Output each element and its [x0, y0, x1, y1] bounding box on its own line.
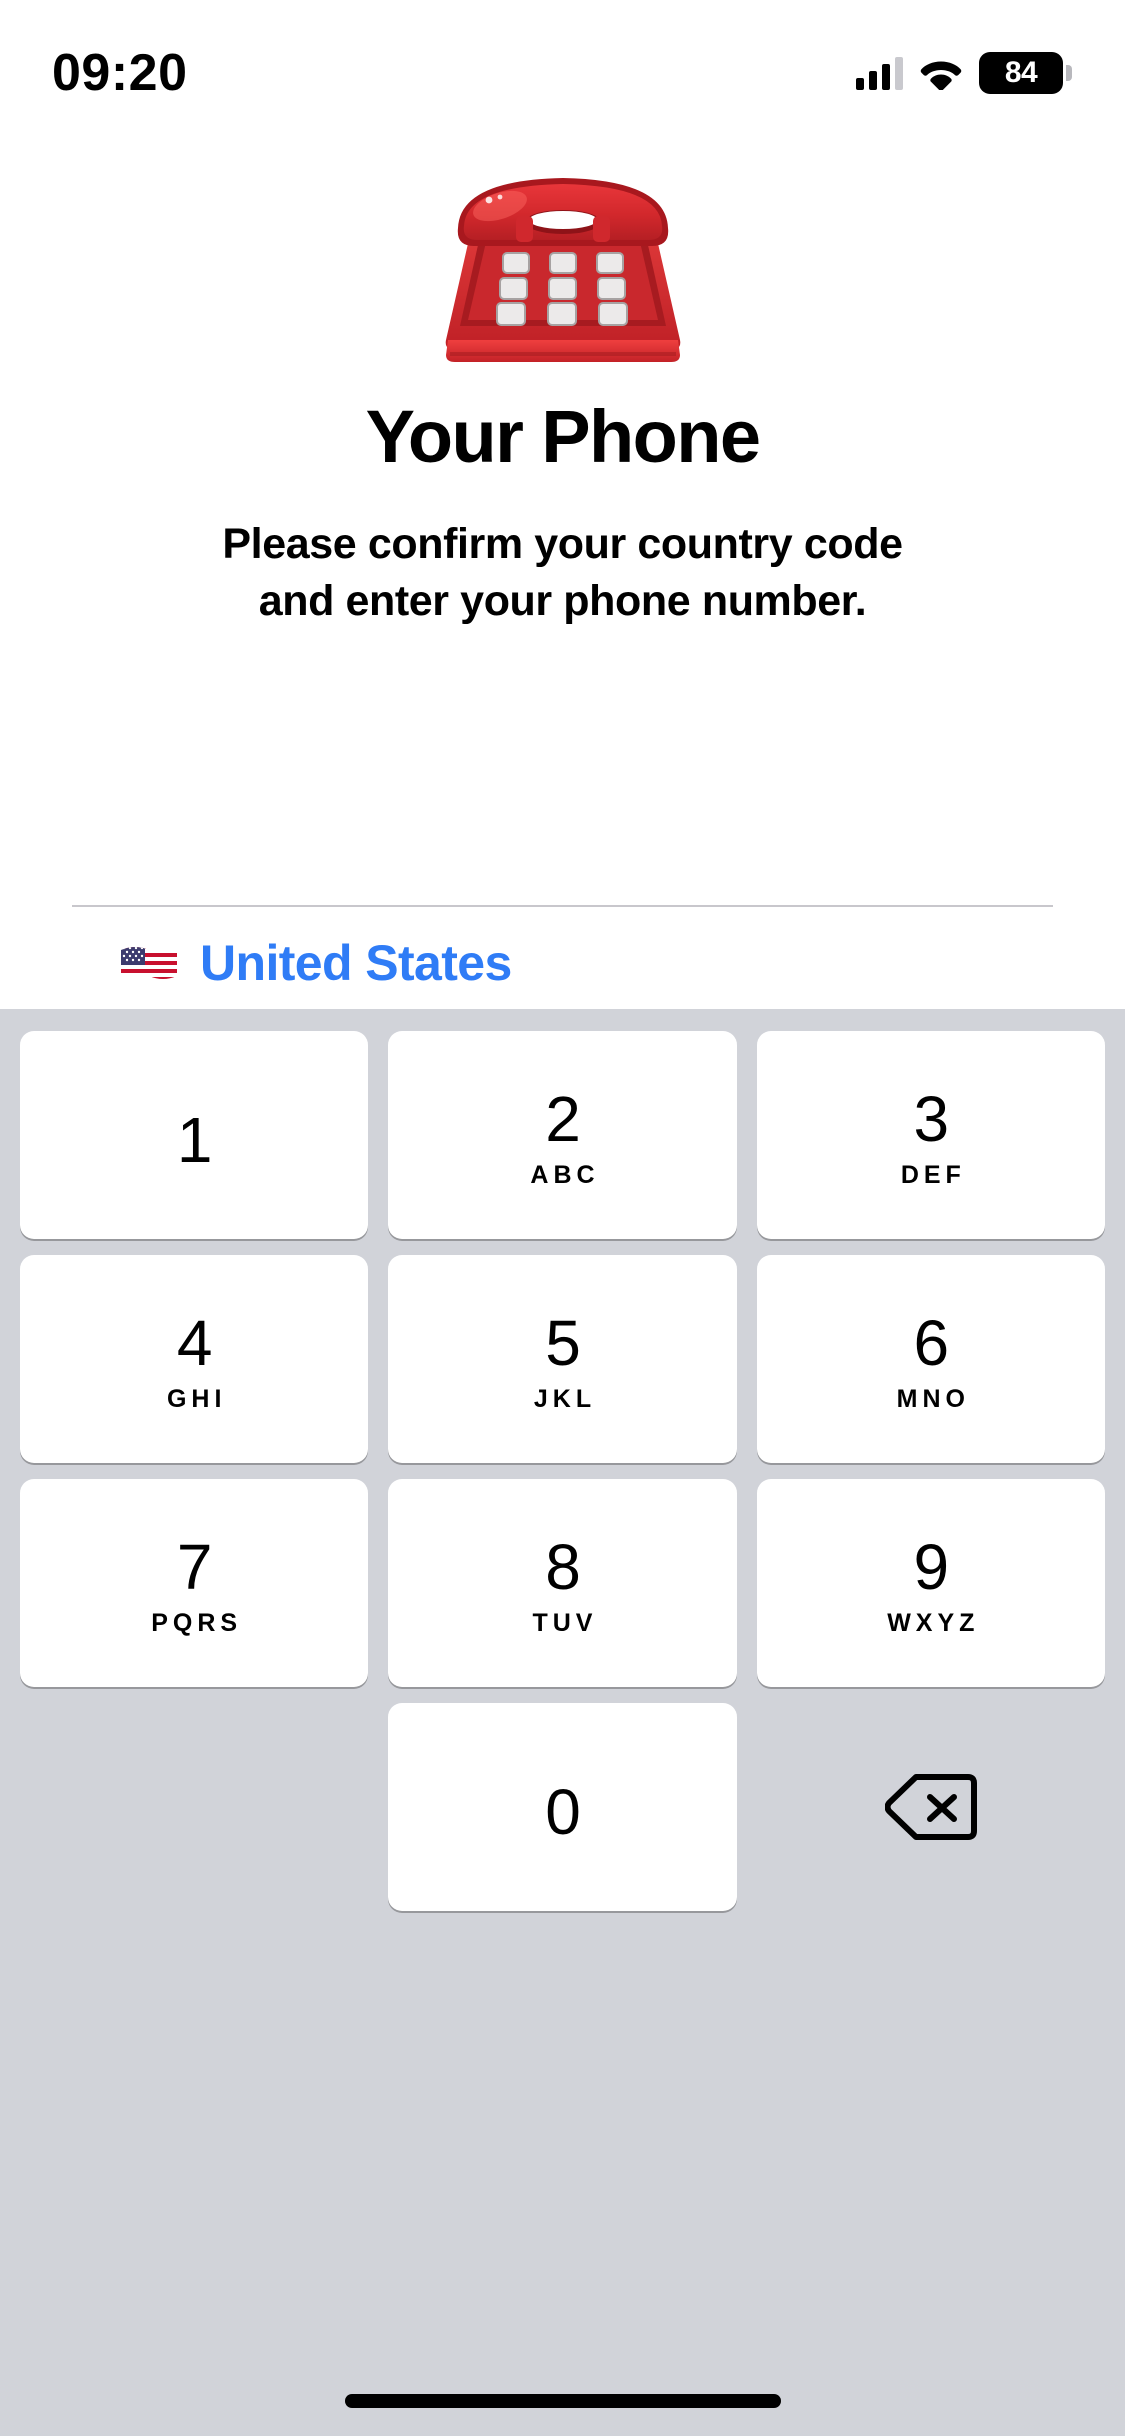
key-digit: 7	[176, 1530, 213, 1603]
keypad-cell: 2 ABC	[378, 1031, 746, 1239]
key-7[interactable]: 7 PQRS	[20, 1479, 369, 1687]
key-letters: ABC	[530, 1160, 600, 1189]
key-3[interactable]: 3 DEF	[756, 1031, 1105, 1239]
key-letters: WXYZ	[887, 1608, 980, 1637]
country-name-label: United States	[200, 935, 512, 991]
cellular-bars-icon	[856, 56, 903, 90]
key-5[interactable]: 5 JKL	[388, 1255, 737, 1463]
country-selector[interactable]: United States	[0, 907, 1125, 1019]
battery-icon: 84	[979, 52, 1072, 94]
key-digit: 5	[545, 1306, 581, 1379]
keypad-row: 7 PQRS 8 TUV 9 WXYZ	[10, 1479, 1115, 1687]
key-2[interactable]: 2 ABC	[388, 1031, 737, 1239]
key-8[interactable]: 8 TUV	[388, 1479, 737, 1687]
key-0[interactable]: 0	[388, 1703, 737, 1911]
wifi-icon	[920, 61, 962, 90]
key-digit: 2	[545, 1082, 581, 1155]
page-subtitle-line1: Please confirm your country code	[222, 519, 903, 568]
keypad-cell-empty	[10, 1703, 378, 1911]
keypad-cell: 7 PQRS	[10, 1479, 378, 1687]
keypad-row: 0	[10, 1703, 1115, 1911]
key-digit: 0	[545, 1776, 581, 1848]
keypad-cell: 9 WXYZ	[747, 1479, 1115, 1687]
key-4[interactable]: 4 GHI	[20, 1255, 369, 1463]
status-time: 09:20	[52, 44, 188, 102]
key-letters: PQRS	[151, 1608, 243, 1637]
battery-percent-label: 84	[1004, 56, 1038, 89]
key-letters: JKL	[533, 1384, 597, 1413]
keypad-cell	[747, 1703, 1115, 1911]
key-digit: 8	[545, 1530, 581, 1603]
key-6[interactable]: 6 MNO	[756, 1255, 1105, 1463]
numeric-keypad: 1 2 ABC 3 DEF 4 GHI 5 JKL 6 MNO 7 PQRS 8…	[0, 1009, 1125, 2436]
keypad-cell: 4 GHI	[10, 1255, 378, 1463]
key-spacer	[20, 1703, 368, 1911]
keypad-row: 1 2 ABC 3 DEF	[10, 1031, 1115, 1239]
keypad-cell: 8 TUV	[378, 1479, 746, 1687]
flag-united-states-icon	[121, 947, 177, 979]
key-letters: GHI	[166, 1384, 227, 1413]
keypad-row: 4 GHI 5 JKL 6 MNO	[10, 1255, 1115, 1463]
phone-screen: 09:20 84 Your Phone Please confirm your …	[0, 0, 1125, 2436]
keypad-cell: 3 DEF	[747, 1031, 1115, 1239]
key-digit: 1	[176, 1104, 213, 1176]
page-title: Your Phone	[365, 395, 761, 478]
key-9[interactable]: 9 WXYZ	[756, 1479, 1105, 1687]
key-delete[interactable]	[757, 1703, 1105, 1911]
page-subtitle-line2: and enter your phone number.	[258, 576, 867, 625]
key-letters: DEF	[900, 1160, 966, 1189]
telephone-emoji	[445, 178, 680, 362]
keypad-cell: 1	[10, 1031, 378, 1239]
backspace-icon	[884, 1774, 977, 1840]
status-bar: 09:20 84	[0, 0, 1125, 132]
key-digit: 3	[913, 1082, 950, 1155]
keypad-cell: 6 MNO	[747, 1255, 1115, 1463]
keypad-cell: 5 JKL	[378, 1255, 746, 1463]
key-letters: MNO	[896, 1384, 970, 1413]
hero-section: Your Phone Please confirm your country c…	[0, 150, 1125, 630]
key-digit: 4	[176, 1306, 213, 1379]
home-indicator	[344, 2394, 781, 2408]
key-1[interactable]: 1	[20, 1031, 369, 1239]
page-subtitle: Please confirm your country code and ent…	[0, 516, 1125, 630]
key-letters: TUV	[532, 1608, 598, 1637]
keypad-cell: 0	[378, 1703, 746, 1911]
key-digit: 6	[913, 1306, 950, 1379]
key-digit: 9	[913, 1530, 950, 1603]
status-icons: 84	[856, 38, 1072, 94]
